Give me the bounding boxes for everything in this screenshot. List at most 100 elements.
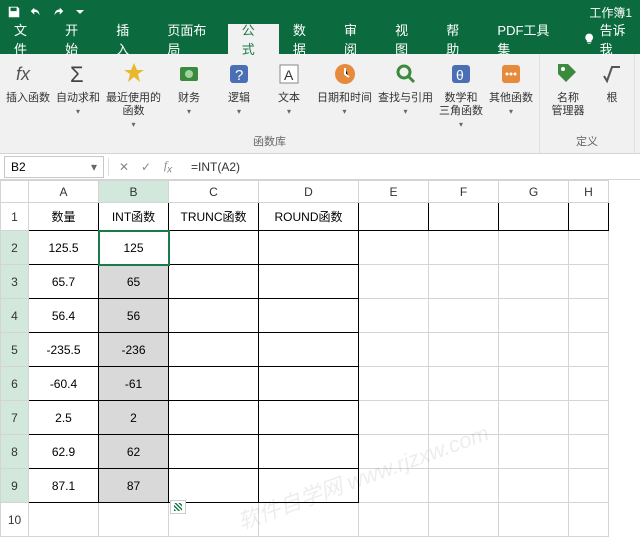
cell[interactable] [169,401,259,435]
cell[interactable] [359,299,429,333]
cell[interactable] [499,367,569,401]
cancel-formula-icon[interactable]: ✕ [115,158,133,176]
row-header[interactable]: 8 [1,435,29,469]
cell[interactable] [429,265,499,299]
cell[interactable] [359,503,429,537]
more-functions-button[interactable]: 其他函数▾ [489,58,533,116]
cell[interactable] [259,503,359,537]
cell[interactable] [359,469,429,503]
cell[interactable] [429,299,499,333]
cell[interactable] [259,299,359,333]
cell[interactable] [569,469,609,503]
cell[interactable] [569,231,609,265]
row-header[interactable]: 10 [1,503,29,537]
root-fn-button[interactable]: 根 [596,58,628,105]
cell[interactable] [569,299,609,333]
col-header[interactable]: A [29,181,99,203]
autofill-options-icon[interactable] [170,500,186,514]
datetime-button[interactable]: 日期和时间▾ [317,58,372,116]
name-manager-button[interactable]: 名称 管理器 [546,58,590,118]
save-icon[interactable] [4,2,24,22]
row-header[interactable]: 3 [1,265,29,299]
chevron-down-icon[interactable]: ▾ [91,160,97,174]
tab-pdf[interactable]: PDF工具集 [483,24,569,54]
cell[interactable] [259,231,359,265]
logical-button[interactable]: ? 逻辑▾ [217,58,261,116]
cell[interactable] [499,435,569,469]
row-header[interactable]: 9 [1,469,29,503]
cell[interactable] [359,231,429,265]
col-header[interactable]: D [259,181,359,203]
cell[interactable]: -236 [99,333,169,367]
tab-formulas[interactable]: 公式 [228,24,279,54]
cell[interactable]: 数量 [29,203,99,231]
cell[interactable] [499,333,569,367]
cell[interactable] [259,333,359,367]
cell[interactable] [259,435,359,469]
formula-input[interactable]: =INT(A2) [183,160,640,174]
cell[interactable] [429,333,499,367]
fx-icon[interactable]: fx [159,158,177,176]
undo-icon[interactable] [26,2,46,22]
financial-button[interactable]: 财务▾ [167,58,211,116]
row-header[interactable]: 4 [1,299,29,333]
row-header[interactable]: 6 [1,367,29,401]
cell[interactable] [259,469,359,503]
row-header[interactable]: 5 [1,333,29,367]
cell[interactable] [259,367,359,401]
col-header[interactable]: G [499,181,569,203]
select-all-corner[interactable] [1,181,29,203]
cell-active[interactable]: 125 [99,231,169,265]
cell[interactable] [359,401,429,435]
cell[interactable]: 62.9 [29,435,99,469]
cell[interactable] [259,401,359,435]
col-header[interactable]: C [169,181,259,203]
tab-file[interactable]: 文件 [0,24,51,54]
col-header[interactable]: B [99,181,169,203]
insert-function-button[interactable]: fx 插入函数 [6,58,50,105]
cell[interactable] [429,231,499,265]
cell[interactable] [569,435,609,469]
cell[interactable] [169,435,259,469]
cell[interactable] [499,401,569,435]
cell[interactable] [569,401,609,435]
cell[interactable] [29,503,99,537]
cell[interactable] [169,299,259,333]
math-trig-button[interactable]: θ 数学和 三角函数▾ [439,58,483,129]
cell[interactable] [499,231,569,265]
cell[interactable] [569,503,609,537]
cell[interactable] [429,503,499,537]
name-box[interactable]: B2 ▾ [4,156,104,178]
tab-data[interactable]: 数据 [279,24,330,54]
tab-home[interactable]: 开始 [51,24,102,54]
cell[interactable] [169,265,259,299]
cell[interactable] [429,401,499,435]
enter-formula-icon[interactable]: ✓ [137,158,155,176]
lookup-button[interactable]: 查找与引用▾ [378,58,433,116]
cell[interactable] [499,299,569,333]
cell[interactable] [359,265,429,299]
cell[interactable] [429,203,499,231]
redo-icon[interactable] [48,2,68,22]
cell[interactable] [259,265,359,299]
cell[interactable]: 65 [99,265,169,299]
text-button[interactable]: A 文本▾ [267,58,311,116]
col-header[interactable]: E [359,181,429,203]
row-header[interactable]: 7 [1,401,29,435]
cell[interactable]: 2.5 [29,401,99,435]
cell[interactable] [359,435,429,469]
tab-insert[interactable]: 插入 [102,24,153,54]
col-header[interactable]: H [569,181,609,203]
cell[interactable]: -61 [99,367,169,401]
row-header[interactable]: 1 [1,203,29,231]
autosum-button[interactable]: Σ 自动求和▾ [56,58,100,116]
cell[interactable] [99,503,169,537]
cell[interactable]: -235.5 [29,333,99,367]
cell[interactable] [429,435,499,469]
cell[interactable] [359,333,429,367]
cell[interactable]: ROUND函数 [259,203,359,231]
cell[interactable] [499,503,569,537]
grid[interactable]: A B C D E F G H 1 数量 INT函数 TRUNC函数 ROUND… [0,180,609,537]
qat-customize-icon[interactable] [70,2,90,22]
cell[interactable] [169,231,259,265]
